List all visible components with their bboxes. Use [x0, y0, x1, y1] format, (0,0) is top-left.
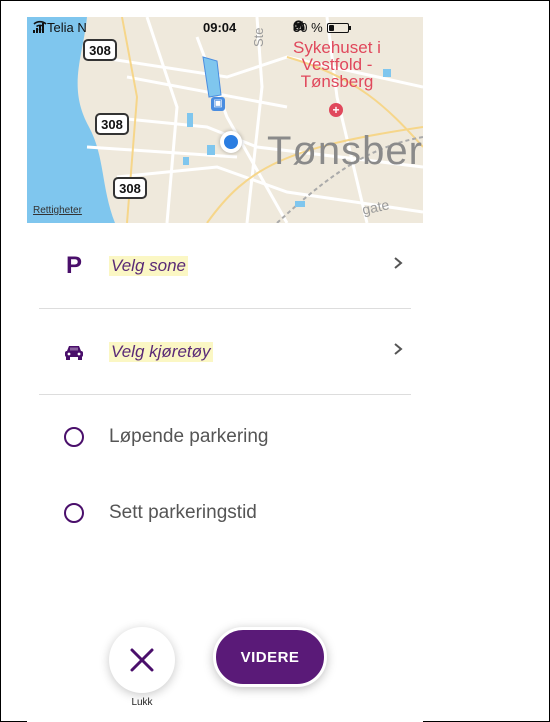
map-view[interactable]: Telia N 09:04 30 % 308 308 308 Sykehuset… [27, 17, 423, 223]
close-caption: Lukk [131, 697, 153, 708]
road-shield: 308 [95, 113, 129, 135]
battery-fill [328, 24, 335, 31]
radio-wrap [39, 427, 109, 447]
option-set-parking-time[interactable]: Sett parkeringstid [39, 481, 411, 545]
select-zone-label: Velg sone [109, 255, 188, 276]
pond-shape [187, 113, 193, 127]
radio-button[interactable] [64, 427, 84, 447]
phone-screen: Telia N 09:04 30 % 308 308 308 Sykehuset… [27, 17, 423, 722]
bus-icon: ▣ [211, 97, 225, 111]
map-rights-link[interactable]: Rettigheter [33, 205, 82, 216]
wifi-icon [33, 20, 47, 31]
pond-shape [295, 201, 305, 207]
screenshot-frame: Telia N 09:04 30 % 308 308 308 Sykehuset… [0, 0, 550, 722]
select-zone-row[interactable]: P Velg sone [39, 223, 411, 309]
headphones-icon [293, 20, 305, 31]
next-button[interactable]: VIDERE [213, 627, 327, 687]
carrier-name: Telia N [47, 20, 87, 35]
option-label: Sett parkeringstid [109, 502, 257, 523]
radio-wrap [39, 503, 109, 523]
option-label: Løpende parkering [109, 426, 269, 447]
pond-shape [207, 145, 215, 155]
select-vehicle-row[interactable]: Velg kjøretøy [39, 309, 411, 395]
select-vehicle-label: Velg kjøretøy [109, 341, 213, 362]
close-button[interactable] [109, 627, 175, 693]
pond-shape [183, 157, 189, 165]
current-location-dot [220, 131, 242, 153]
car-icon [39, 344, 109, 360]
status-bar: Telia N 09:04 30 % [27, 17, 423, 39]
city-label: Tønsberg [267, 129, 423, 173]
road-shield: 308 [113, 177, 147, 199]
option-continuous-parking[interactable]: Løpende parkering [39, 405, 411, 469]
hospital-icon: + [329, 103, 343, 117]
battery-icon [326, 22, 351, 33]
clock: 09:04 [203, 20, 237, 35]
carrier-group: Telia N [33, 20, 87, 35]
parking-icon: P [65, 251, 82, 279]
chevron-right-icon [394, 257, 403, 269]
road-shield: 308 [83, 39, 117, 61]
close-icon [130, 648, 154, 672]
chevron-right-icon [394, 343, 403, 355]
status-right: 30 % [293, 20, 351, 35]
hospital-label: Sykehuset i Vestfold - Tønsberg [293, 38, 381, 91]
radio-button[interactable] [64, 503, 84, 523]
